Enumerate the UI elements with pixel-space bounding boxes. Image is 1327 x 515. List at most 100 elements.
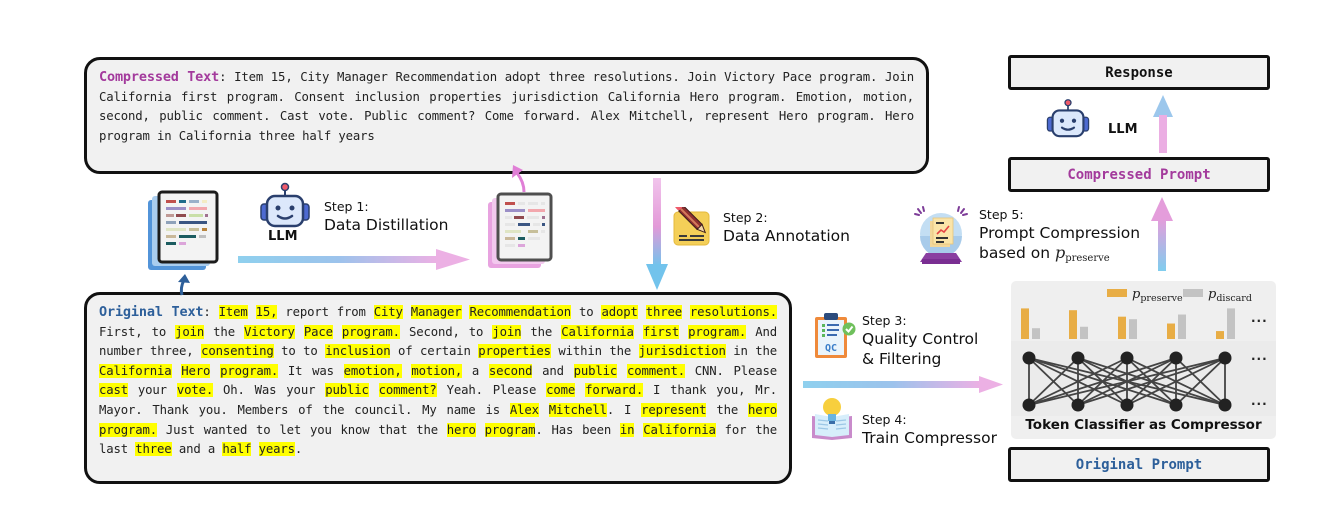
original-text-label: Original Text xyxy=(99,304,204,320)
highlighted-token: comment. xyxy=(626,363,685,378)
plain-text-segment xyxy=(172,364,182,378)
plain-text-segment: Second, to xyxy=(399,324,493,339)
curved-arrow-up-pink-icon xyxy=(512,165,526,192)
network-node-top-2 xyxy=(1071,351,1085,365)
highlighted-token: properties xyxy=(478,344,551,359)
highlighted-token: three xyxy=(135,442,172,457)
original-prompt-label: Original Prompt xyxy=(1075,456,1203,473)
compressed-prompt-box: Compressed Prompt xyxy=(1008,157,1270,192)
highlighted-token: consenting xyxy=(201,344,274,359)
compressed-prompt-label: Compressed Prompt xyxy=(1067,166,1211,183)
step-4-number: Step 4: xyxy=(862,412,907,427)
step-3-description-line1: Quality Control xyxy=(862,330,979,348)
original-document-icon xyxy=(148,190,219,270)
plain-text-segment: CNN. Please xyxy=(684,363,777,378)
step-1-description: Data Distillation xyxy=(324,216,449,234)
compressed-text-box: Compressed Text: Item 15, City Manager R… xyxy=(84,57,929,174)
highlighted-token: first xyxy=(642,324,680,339)
plain-text-segment: report from xyxy=(277,305,374,319)
plain-text-segment: the xyxy=(706,402,748,417)
highlighted-token: program. xyxy=(220,363,279,378)
highlighted-token: hero xyxy=(446,422,476,437)
step-2: Step 2: Data Annotation xyxy=(723,210,850,246)
highlighted-token: City xyxy=(373,305,403,319)
plain-text-segment xyxy=(369,383,379,397)
plain-text-segment: in the xyxy=(725,344,778,359)
plain-text-segment: . Has been xyxy=(535,422,620,437)
highlighted-token: adopt xyxy=(601,305,638,319)
highlighted-token: program. xyxy=(99,422,158,437)
step-2-description: Data Annotation xyxy=(723,227,850,245)
plain-text-segment xyxy=(575,383,585,397)
legend-label-p_preserve: ppreserve xyxy=(1132,287,1183,304)
step-5-number: Step 5: xyxy=(979,207,1024,222)
llm-label-step1: LLM xyxy=(268,229,298,244)
highlighted-token: second xyxy=(488,363,533,378)
highlighted-token: 15, xyxy=(255,305,278,319)
plain-text-segment: Oh. Was your xyxy=(213,383,326,398)
ellipsis-bottom-layer: ... xyxy=(1251,394,1268,408)
plain-text-segment: the xyxy=(204,324,244,339)
ellipsis-top-layer: ... xyxy=(1251,349,1268,363)
token-classifier-chart: ppreserve pdiscard xyxy=(1011,287,1276,416)
plain-text-segment: and a xyxy=(171,442,223,457)
highlighted-token: three xyxy=(645,305,682,319)
pencil-note-icon xyxy=(673,207,710,246)
highlighted-token: Manager xyxy=(410,305,462,319)
step-1-number: Step 1: xyxy=(324,199,369,214)
response-arrow-up-icon xyxy=(1153,95,1173,153)
plain-text-segment xyxy=(679,325,688,339)
plain-text-segment: your xyxy=(128,383,177,398)
bar-p_discard-3 xyxy=(1129,319,1137,339)
bar-p_preserve-1 xyxy=(1021,308,1029,339)
robot-icon xyxy=(260,182,310,228)
classifier-title: Token Classifier as Compressor xyxy=(1025,417,1262,433)
legend-swatch-p_preserve xyxy=(1107,289,1127,297)
network-node-top-4 xyxy=(1169,351,1183,365)
plain-text-segment: . I xyxy=(606,402,642,417)
highlighted-token: resolutions. xyxy=(689,305,777,319)
step-5-description-line1: Prompt Compression xyxy=(979,224,1141,242)
plain-text-segment xyxy=(634,325,643,339)
highlighted-token: Mitchell xyxy=(548,402,607,417)
plain-text-segment: . xyxy=(294,442,303,457)
highlighted-token: hero xyxy=(747,402,777,417)
plain-text-segment xyxy=(638,305,646,319)
legend-swatch-p_discard xyxy=(1183,289,1203,297)
qc-clipboard-icon: QC xyxy=(815,313,856,358)
highlighted-token: jurisdiction xyxy=(638,344,726,359)
highlighted-token: represent xyxy=(641,402,707,417)
highlighted-token: Item xyxy=(218,305,248,319)
original-prompt-box: Original Prompt xyxy=(1008,447,1270,482)
plain-text-segment xyxy=(295,325,304,339)
highlighted-token: program xyxy=(484,422,536,437)
step-5: Step 5: Prompt Compression based on ppre… xyxy=(979,207,1140,269)
plain-text-segment xyxy=(617,364,627,378)
step-3: Step 3: Quality Control & Filtering xyxy=(862,313,978,369)
plain-text-segment: First, to xyxy=(99,324,176,339)
bar-p_discard-1 xyxy=(1032,328,1040,339)
highlighted-token: emotion, xyxy=(343,363,402,378)
plain-text-segment xyxy=(251,442,258,456)
plain-text-segment xyxy=(210,364,220,378)
highlighted-token: program. xyxy=(688,324,747,339)
step-4: Step 4: Train Compressor xyxy=(862,412,997,448)
training-arrow-icon xyxy=(803,376,1003,393)
response-label: Response xyxy=(1105,64,1173,81)
plain-text-segment xyxy=(248,305,256,319)
highlighted-token: California xyxy=(643,422,716,437)
curved-arrow-up-icon xyxy=(178,274,190,296)
distillation-arrow-icon xyxy=(238,249,470,270)
plain-text-segment: within the xyxy=(550,344,639,359)
highlighted-token: Pace xyxy=(303,324,333,339)
network-node-bottom-1 xyxy=(1022,398,1036,412)
highlighted-token: Hero xyxy=(181,363,211,378)
robot-icon-response xyxy=(1046,99,1090,138)
plain-text-segment: Yeah. Please xyxy=(436,383,547,398)
token-classifier-panel: ppreserve pdiscard Token Classifier as Co… xyxy=(1011,281,1276,439)
step-1: Step 1: Data Distillation xyxy=(324,199,448,235)
network-node-bottom-4 xyxy=(1169,398,1183,412)
highlighted-token: half xyxy=(222,442,252,457)
highlighted-token: come xyxy=(546,383,576,398)
compressed-text-separator: : xyxy=(219,70,235,84)
